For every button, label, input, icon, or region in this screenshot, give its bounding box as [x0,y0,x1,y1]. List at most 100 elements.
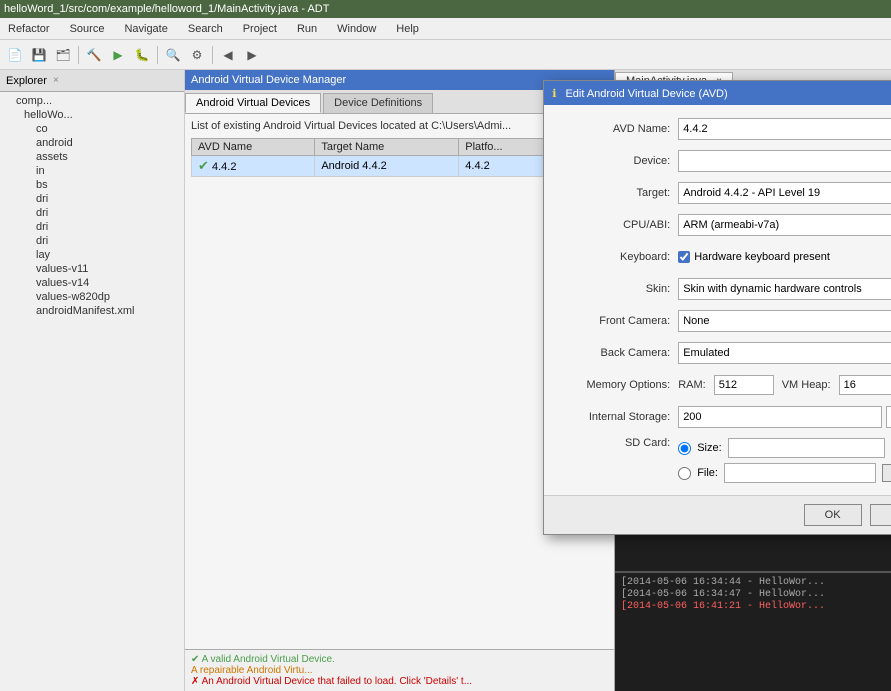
log-panel: [2014-05-06 16:34:44 - HelloWor... [2014… [615,571,891,691]
sdcard-size-row: Size: MiB ▼ [678,437,891,459]
toolbar-settings-btn[interactable]: ⚙ [186,44,208,66]
status-ok: ✔ A valid Android Virtual Device. [191,654,608,665]
front-camera-label: Front Camera: [560,315,670,327]
tree-item-8[interactable]: dri [0,206,184,220]
tree-item-3[interactable]: android [0,136,184,150]
menu-help[interactable]: Help [392,21,423,37]
storage-input[interactable] [678,406,882,428]
cell-platform: 4.4.2 [459,156,551,177]
tree-panel: Explorer × comp... helloWo... co android… [0,70,185,691]
device-row: Device: ▼ [560,149,891,173]
menu-source[interactable]: Source [66,21,109,37]
menu-window[interactable]: Window [333,21,380,37]
explorer-close[interactable]: × [53,75,59,86]
tree-item-15[interactable]: androidManifest.xml [0,304,184,318]
internal-storage-row: Internal Storage: MiB ▼ [560,405,891,429]
cpu-abi-row: CPU/ABI: ARM (armeabi-v7a) ▼ [560,213,891,237]
memory-options-label: Memory Options: [560,379,670,391]
tree-item-1[interactable]: helloWo... [0,108,184,122]
tree-item-9[interactable]: dri [0,220,184,234]
tree-item-6[interactable]: bs [0,178,184,192]
tree-item-2[interactable]: co [0,122,184,136]
tab-android-virtual-devices[interactable]: Android Virtual Devices [185,93,321,113]
sdcard-file-row: File: Browse... [678,463,891,483]
keyboard-checkbox-label: Hardware keyboard present [694,251,830,263]
sdcard-row: SD Card: Size: MiB ▼ [560,437,891,483]
tree-item-11[interactable]: lay [0,248,184,262]
skin-value: Skin with dynamic hardware controls [683,283,862,295]
ram-label: RAM: [678,379,706,391]
toolbar-new-btn[interactable]: 📄 [4,44,26,66]
tree-items: comp... helloWo... co android assets in … [0,92,184,691]
storage-input-row: MiB ▼ [678,406,891,428]
sdcard-file-input[interactable] [724,463,876,483]
sdcard-label: SD Card: [560,437,670,449]
ram-input[interactable] [714,375,774,395]
explorer-label: Explorer [6,75,47,87]
toolbar-debug-btn[interactable]: 🐛 [131,44,153,66]
toolbar-build-btn[interactable]: 🔨 [83,44,105,66]
sdcard-size-radio[interactable] [678,442,691,455]
front-camera-select[interactable]: None ▼ [678,310,891,332]
storage-unit-select[interactable]: MiB ▼ [886,406,891,428]
skin-row: Skin: Skin with dynamic hardware control… [560,277,891,301]
tree-item-14[interactable]: values-w820dp [0,290,184,304]
toolbar-search-btn[interactable]: 🔍 [162,44,184,66]
modal-footer: OK Cancel [544,495,891,534]
cpu-abi-label: CPU/ABI: [560,219,670,231]
tab-device-definitions[interactable]: Device Definitions [323,93,433,113]
memory-inputs: RAM: VM Heap: [678,375,891,395]
avd-name-row: AVD Name: [560,117,891,141]
avd-name-input[interactable] [678,118,891,140]
tree-item-5[interactable]: in [0,164,184,178]
main-layout: Explorer × comp... helloWo... co android… [0,70,891,691]
sdcard-file-radio[interactable] [678,467,691,480]
toolbar-back-btn[interactable]: ◀ [217,44,239,66]
tree-item-12[interactable]: values-v11 [0,262,184,276]
avd-title-text: Android Virtual Device Manager [191,74,346,86]
explorer-header: Explorer × [0,70,184,92]
toolbar-run-btn[interactable]: ▶ [107,44,129,66]
avd-name-field[interactable] [683,123,891,135]
ok-button[interactable]: OK [804,504,862,526]
toolbar-save-all-btn[interactable]: 🗂 [52,44,74,66]
skin-select[interactable]: Skin with dynamic hardware controls ▼ [678,278,891,300]
log-line-0: [2014-05-06 16:34:44 - HelloWor... [621,577,885,588]
tree-item-7[interactable]: dri [0,192,184,206]
check-icon: ✔ [198,158,209,173]
keyboard-checkbox[interactable] [678,251,690,263]
keyboard-label: Keyboard: [560,251,670,263]
vmheap-label: VM Heap: [782,379,831,391]
skin-label: Skin: [560,283,670,295]
internal-storage-label: Internal Storage: [560,411,670,423]
sdcard-browse-button[interactable]: Browse... [882,464,891,482]
sdcard-file-label: File: [697,467,718,479]
menu-refactor[interactable]: Refactor [4,21,54,37]
toolbar-save-btn[interactable]: 💾 [28,44,50,66]
menu-project[interactable]: Project [239,21,281,37]
col-targetname: Target Name [315,139,459,156]
tree-item-13[interactable]: values-v14 [0,276,184,290]
vmheap-input[interactable] [839,375,891,395]
toolbar-sep-1 [78,46,79,64]
toolbar-forward-btn[interactable]: ▶ [241,44,263,66]
front-camera-value: None [683,315,709,327]
target-select[interactable]: Android 4.4.2 - API Level 19 ▼ [678,182,891,204]
log-line-2: [2014-05-06 16:41:21 - HelloWor... [621,601,885,612]
menu-search[interactable]: Search [184,21,227,37]
target-row: Target: Android 4.4.2 - API Level 19 ▼ [560,181,891,205]
menu-navigate[interactable]: Navigate [120,21,171,37]
cpu-abi-select[interactable]: ARM (armeabi-v7a) ▼ [678,214,891,236]
device-label: Device: [560,155,670,167]
cancel-button[interactable]: Cancel [870,504,891,526]
tree-item-0[interactable]: comp... [0,94,184,108]
title-bar: helloWord_1/src/com/example/helloword_1/… [0,0,891,18]
target-label: Target: [560,187,670,199]
back-camera-select[interactable]: Emulated ▼ [678,342,891,364]
menu-run[interactable]: Run [293,21,321,37]
tree-item-4[interactable]: assets [0,150,184,164]
tree-item-10[interactable]: dri [0,234,184,248]
sdcard-size-input[interactable] [728,438,885,458]
keyboard-checkbox-row: Hardware keyboard present [678,251,830,263]
device-select[interactable]: ▼ [678,150,891,172]
